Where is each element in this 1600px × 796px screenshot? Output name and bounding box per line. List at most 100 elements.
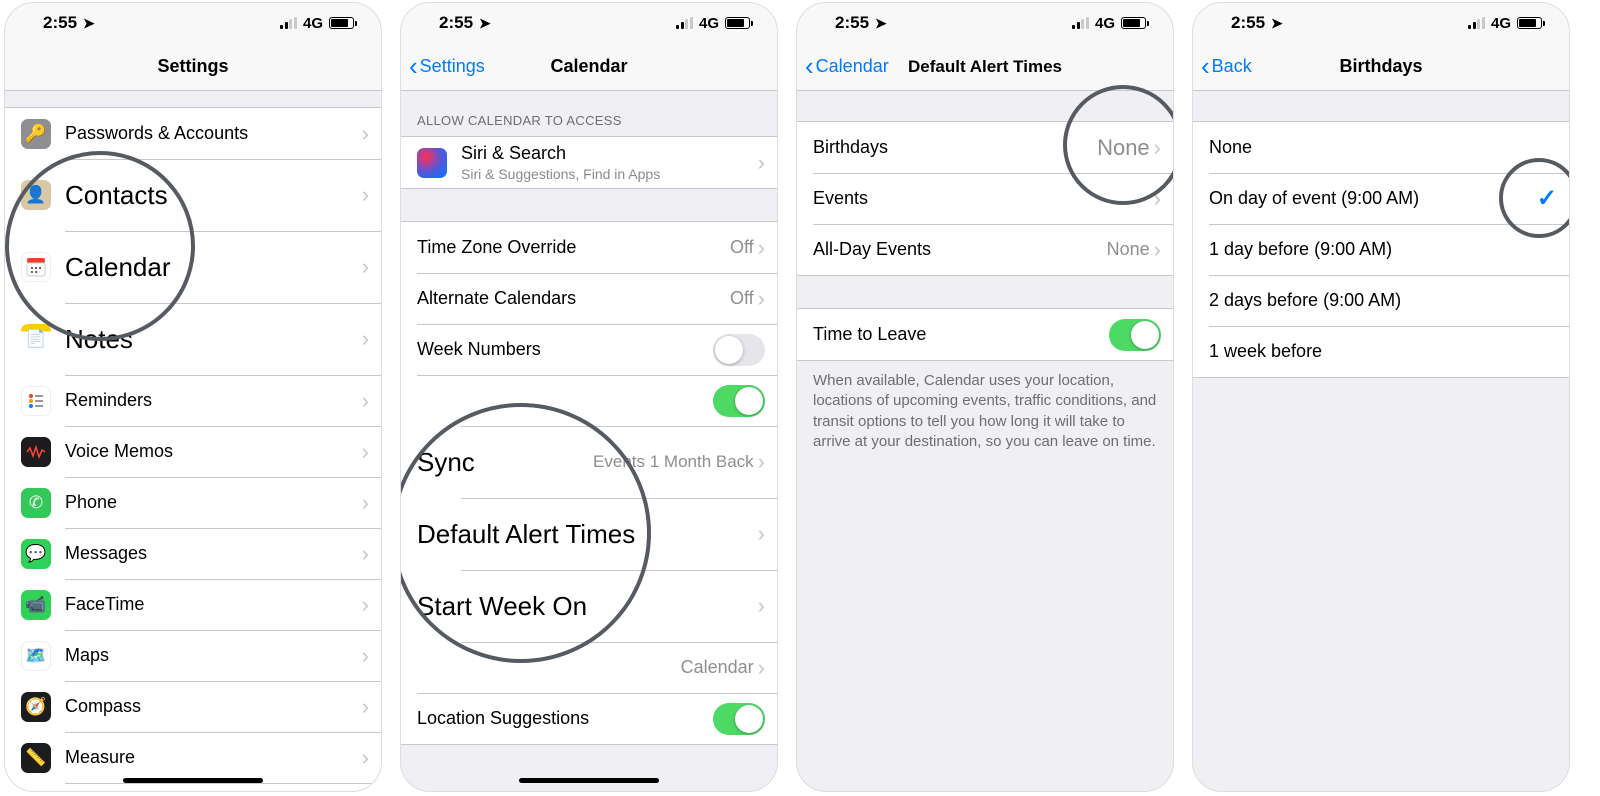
settings-row-phone[interactable]: ✆ Phone › [5, 477, 381, 528]
settings-row-notes[interactable]: 📄 Notes › [5, 303, 381, 375]
row-detail: Events 1 Month Back [593, 452, 754, 472]
battery-icon [329, 17, 357, 29]
row-alternate-calendars[interactable]: Alternate Calendars Off › [401, 273, 777, 324]
page-title: Calendar [550, 56, 627, 77]
row-label: 1 week before [1209, 341, 1557, 362]
row-label: Start Week On [417, 591, 758, 622]
row-label: Contacts [65, 180, 362, 211]
row-week-numbers[interactable]: Week Numbers [401, 324, 777, 375]
location-icon: ➤ [479, 15, 491, 32]
row-label: Birthdays [813, 137, 1097, 158]
back-label: Calendar [816, 56, 889, 77]
row-detail: None [1107, 239, 1150, 260]
chevron-right-icon: › [758, 521, 765, 547]
option-2-days-before[interactable]: 2 days before (9:00 AM) [1193, 275, 1569, 326]
option-none[interactable]: None [1193, 122, 1569, 173]
settings-row-messages[interactable]: 💬 Messages › [5, 528, 381, 579]
row-label: Sync [417, 447, 593, 478]
row-detail: Off [730, 237, 754, 258]
toggle-switch[interactable] [1109, 319, 1161, 351]
key-icon: 🔑 [21, 119, 51, 149]
contacts-icon: 👤 [21, 180, 51, 210]
row-label [417, 657, 681, 678]
option-on-day[interactable]: On day of event (9:00 AM) ✓ [1193, 173, 1569, 224]
row-all-day-events[interactable]: All-Day Events None › [797, 224, 1173, 275]
chevron-right-icon: › [362, 254, 369, 280]
row-label [417, 390, 713, 411]
settings-row-voice-memos[interactable]: Voice Memos › [5, 426, 381, 477]
signal-icon [280, 17, 297, 29]
phone-default-alert-times: 2:55➤ 4G ‹Calendar Default Alert Times B… [796, 2, 1174, 792]
back-label: Settings [420, 56, 485, 77]
page-title: Birthdays [1339, 56, 1422, 77]
settings-row-measure[interactable]: 📏 Measure › [5, 732, 381, 783]
row-label: Calendar [65, 252, 362, 283]
row-detail: Calendar [681, 657, 754, 678]
phone-birthdays-options: 2:55➤ 4G ‹Back Birthdays None On day of … [1192, 2, 1570, 792]
settings-row-passwords[interactable]: 🔑 Passwords & Accounts › [5, 108, 381, 159]
back-button[interactable]: ‹Back [1201, 56, 1252, 77]
settings-row-maps[interactable]: 🗺️ Maps › [5, 630, 381, 681]
chevron-right-icon: › [1154, 186, 1161, 212]
status-bar: 2:55➤ 4G [401, 3, 777, 43]
row-label: Events [813, 188, 1150, 209]
settings-row-reminders[interactable]: Reminders › [5, 375, 381, 426]
row-label: Default Alert Times [417, 519, 758, 550]
row-timezone-override[interactable]: Time Zone Override Off › [401, 222, 777, 273]
row-location-suggestions[interactable]: Location Suggestions [401, 693, 777, 744]
row-label: None [1209, 137, 1557, 158]
nav-bar: ‹Calendar Default Alert Times [797, 43, 1173, 91]
row-time-to-leave[interactable]: Time to Leave [797, 309, 1173, 360]
row-label: Notes [65, 324, 362, 355]
toggle-switch[interactable] [713, 334, 765, 366]
settings-row-calendar[interactable]: Calendar › [5, 231, 381, 303]
row-label: Week Numbers [417, 339, 713, 360]
row-start-week-on[interactable]: Start Week On › [401, 570, 777, 642]
row-siri-search[interactable]: Siri & Search Siri & Suggestions, Find i… [401, 137, 777, 188]
clock: 2:55 [1231, 13, 1265, 33]
notes-icon: 📄 [21, 324, 51, 354]
row-birthdays[interactable]: Birthdays None › [797, 122, 1173, 173]
back-button[interactable]: ‹Settings [409, 56, 485, 77]
signal-icon [1072, 17, 1089, 29]
row-label: 2 days before (9:00 AM) [1209, 290, 1557, 311]
signal-icon [1468, 17, 1485, 29]
chevron-right-icon: › [362, 541, 369, 567]
nav-bar: ‹Settings Calendar [401, 43, 777, 91]
back-button[interactable]: ‹Calendar [805, 56, 889, 77]
messages-icon: 💬 [21, 539, 51, 569]
status-bar: 2:55➤ 4G [797, 3, 1173, 43]
back-label: Back [1212, 56, 1252, 77]
chevron-right-icon: › [362, 745, 369, 771]
row-default-alert-times[interactable]: Default Alert Times › [401, 498, 777, 570]
toggle-switch[interactable] [713, 385, 765, 417]
status-bar: 2:55➤ 4G [1193, 3, 1569, 43]
row-default-calendar[interactable]: Calendar › [401, 642, 777, 693]
row-show-declines[interactable] [401, 375, 777, 426]
row-detail: None [1097, 135, 1150, 161]
network-label: 4G [699, 15, 719, 32]
chevron-right-icon: › [758, 655, 765, 681]
compass-icon: 🧭 [21, 692, 51, 722]
settings-row-contacts[interactable]: 👤 Contacts › [5, 159, 381, 231]
network-label: 4G [303, 15, 323, 32]
chevron-right-icon: › [758, 235, 765, 261]
chevron-right-icon: › [758, 150, 765, 176]
toggle-switch[interactable] [713, 703, 765, 735]
row-events[interactable]: Events › [797, 173, 1173, 224]
voice-memos-icon [21, 437, 51, 467]
nav-bar: ‹Back Birthdays [1193, 43, 1569, 91]
settings-row-safari[interactable]: 🧭 Safari › [5, 783, 381, 792]
settings-row-facetime[interactable]: 📹 FaceTime › [5, 579, 381, 630]
option-1-week-before[interactable]: 1 week before [1193, 326, 1569, 377]
row-label: FaceTime [65, 594, 362, 615]
option-1-day-before[interactable]: 1 day before (9:00 AM) [1193, 224, 1569, 275]
row-label: Time to Leave [813, 324, 1109, 345]
phone-settings: 2:55➤ 4G Settings 🔑 Passwords & Accounts… [4, 2, 382, 792]
calendar-icon [21, 252, 51, 282]
settings-row-compass[interactable]: 🧭 Compass › [5, 681, 381, 732]
row-label: All-Day Events [813, 239, 1107, 260]
home-indicator [519, 778, 659, 783]
row-sync[interactable]: Sync Events 1 Month Back › [401, 426, 777, 498]
row-label: Phone [65, 492, 362, 513]
